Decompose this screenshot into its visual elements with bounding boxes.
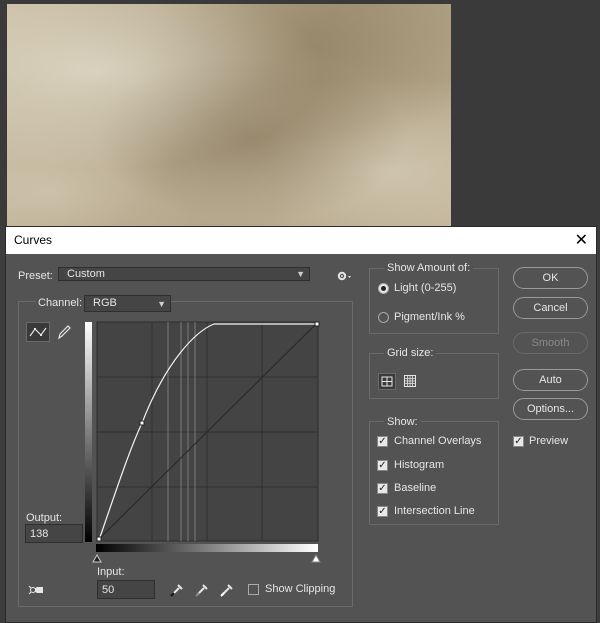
eyedropper-white-icon[interactable]: [219, 582, 235, 598]
chevron-down-icon: ▼: [296, 269, 305, 279]
baseline-checkbox[interactable]: ✓: [377, 483, 388, 494]
show-clipping-label: Show Clipping: [265, 583, 336, 595]
show-amount-label: Show Amount of:: [384, 262, 474, 274]
preset-label: Preset:: [18, 270, 53, 282]
gear-icon[interactable]: [337, 270, 353, 282]
preview-label: Preview: [529, 435, 569, 447]
light-label: Light (0-255): [394, 282, 457, 294]
ok-button[interactable]: OK: [513, 267, 588, 289]
input-label: Input:: [97, 566, 125, 578]
options-button[interactable]: Options...: [513, 398, 588, 420]
histogram-checkbox[interactable]: ✓: [377, 460, 388, 471]
dialog-title: Curves: [14, 233, 53, 247]
grid-10-icon[interactable]: [403, 374, 417, 388]
light-radio[interactable]: [378, 283, 389, 294]
output-gradient-bar: [85, 322, 92, 542]
intersection-line-checkbox[interactable]: ✓: [377, 506, 388, 517]
input-gradient-bar: [96, 544, 318, 552]
show-clipping-checkbox[interactable]: [248, 584, 259, 595]
channel-dropdown[interactable]: RGB ▼: [84, 295, 171, 312]
curve-graph[interactable]: [96, 321, 320, 543]
output-label: Output:: [26, 512, 63, 524]
black-point-slider[interactable]: [92, 554, 102, 563]
input-field[interactable]: 50: [97, 580, 155, 599]
preset-dropdown[interactable]: Custom ▼: [58, 267, 310, 281]
auto-button[interactable]: Auto: [513, 369, 588, 391]
channel-overlays-checkbox[interactable]: ✓: [377, 436, 388, 447]
cancel-button[interactable]: Cancel: [513, 297, 588, 319]
paper-texture-image: [7, 4, 451, 226]
baseline-label: Baseline: [394, 482, 437, 494]
dialog-titlebar: Curves ✕: [6, 227, 596, 254]
channel-label: Channel:: [36, 297, 85, 309]
pigment-label: Pigment/Ink %: [394, 311, 465, 323]
curve-point-white[interactable]: [314, 321, 320, 327]
eyedropper-black-icon[interactable]: [169, 582, 185, 598]
show-label: Show:: [384, 416, 421, 428]
targeted-adjustment-icon[interactable]: [28, 582, 48, 598]
grid-4-icon[interactable]: [378, 373, 396, 390]
curve-point-selected[interactable]: [139, 420, 145, 426]
grid-size-label: Grid size:: [384, 347, 437, 359]
histogram-label: Histogram: [394, 459, 445, 471]
chevron-down-icon: ▼: [157, 299, 166, 309]
close-icon[interactable]: ✕: [575, 230, 588, 250]
curves-dialog: Curves ✕ Preset: Custom ▼ Channel: RGB ▼: [5, 226, 597, 623]
white-point-slider[interactable]: [311, 554, 321, 563]
channel-overlays-label: Channel Overlays: [394, 435, 482, 447]
smooth-button[interactable]: Smooth: [513, 332, 588, 354]
preset-value: Custom: [67, 268, 105, 280]
channel-value: RGB: [93, 297, 117, 309]
show-amount-group: [369, 268, 499, 334]
preview-checkbox[interactable]: ✓: [513, 436, 524, 447]
pigment-radio[interactable]: [378, 312, 389, 323]
pencil-icon[interactable]: [56, 323, 72, 341]
eyedropper-gray-icon[interactable]: [194, 582, 210, 598]
intersection-line-label: Intersection Line: [394, 505, 475, 517]
curve-point-icon[interactable]: [26, 322, 50, 342]
curve-point-black[interactable]: [96, 536, 102, 542]
output-field[interactable]: 138: [25, 524, 83, 543]
